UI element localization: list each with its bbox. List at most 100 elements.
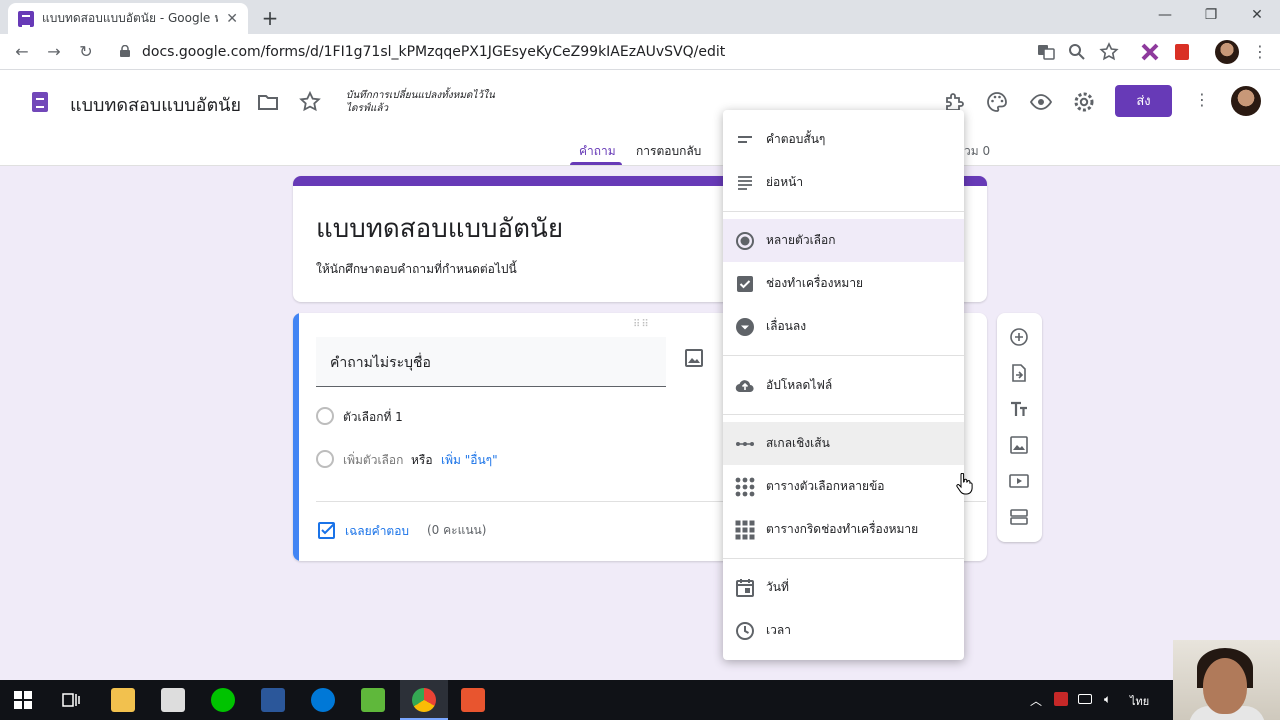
windows-start-icon[interactable] bbox=[14, 691, 32, 709]
close-tab-icon[interactable]: ✕ bbox=[226, 11, 238, 27]
calendar-icon bbox=[736, 578, 754, 597]
restore-icon[interactable]: ❐ bbox=[1188, 0, 1234, 30]
add-section-icon[interactable] bbox=[1009, 507, 1029, 527]
add-option-link[interactable]: เพิ่มตัวเลือก bbox=[343, 451, 403, 470]
menu-divider bbox=[723, 414, 964, 415]
security-shield-icon[interactable] bbox=[1054, 692, 1068, 706]
menu-item-label: ช่องทำเครื่องหมาย bbox=[766, 276, 864, 290]
forms-favicon-icon bbox=[18, 10, 34, 27]
menu-item-checkboxes[interactable]: ช่องทำเครื่องหมาย bbox=[723, 262, 964, 305]
task-view-icon[interactable] bbox=[62, 691, 80, 709]
palette-icon[interactable] bbox=[985, 90, 1009, 114]
paragraph-icon bbox=[738, 175, 752, 190]
menu-item-checkbox-grid[interactable]: ตารางกริดช่องทำเครื่องหมาย bbox=[723, 508, 964, 551]
menu-item-label: อัปโหลดไฟล์ bbox=[766, 378, 833, 392]
menu-item-label: หลายตัวเลือก bbox=[766, 233, 836, 247]
menu-item-label: วันที่ bbox=[766, 580, 789, 594]
question-type-menu: คำตอบสั้นๆ ย่อหน้า หลายตัวเลือก ช่องทำเค… bbox=[723, 110, 964, 660]
dropdown-icon bbox=[736, 317, 754, 336]
menu-item-label: คำตอบสั้นๆ bbox=[766, 132, 826, 146]
volume-icon[interactable]: 🔈︎ bbox=[1104, 692, 1111, 707]
forms-logo-icon[interactable] bbox=[32, 92, 48, 112]
file-explorer-icon[interactable] bbox=[111, 688, 135, 712]
windows-taskbar: ︿ 🔈︎ ไทย bbox=[0, 680, 1280, 720]
saved-status-note: บันทึกการเปลี่ยนแปลงทั้งหมดไว้ในไดรฟ์แล้… bbox=[346, 90, 495, 114]
menu-item-linear-scale[interactable]: สเกลเชิงเส้น bbox=[723, 422, 964, 465]
browser-tabstrip: แบบทดสอบแบบอัตนัย - Google ฟอร์ม ✕ + — ❐… bbox=[0, 0, 1280, 34]
edge-icon[interactable] bbox=[311, 688, 335, 712]
linear-scale-icon bbox=[736, 441, 754, 446]
new-tab-icon[interactable]: + bbox=[258, 6, 282, 30]
tab-questions[interactable]: คำถาม bbox=[579, 142, 616, 161]
translate-icon[interactable] bbox=[1036, 42, 1056, 62]
add-question-icon[interactable] bbox=[1009, 327, 1029, 347]
account-avatar[interactable] bbox=[1231, 86, 1261, 116]
star-icon[interactable] bbox=[298, 90, 322, 114]
menu-item-short-answer[interactable]: คำตอบสั้นๆ bbox=[723, 118, 964, 161]
import-questions-icon[interactable] bbox=[1009, 363, 1029, 383]
menu-divider bbox=[723, 558, 964, 559]
settings-gear-icon[interactable] bbox=[1072, 90, 1096, 114]
minimize-icon[interactable]: — bbox=[1142, 0, 1188, 30]
browser-tab[interactable]: แบบทดสอบแบบอัตนัย - Google ฟอร์ม ✕ bbox=[8, 3, 248, 34]
extension-red-icon[interactable] bbox=[1172, 42, 1192, 62]
checkbox-icon bbox=[737, 275, 753, 292]
profile-avatar[interactable] bbox=[1215, 40, 1239, 64]
total-points: วม 0 bbox=[964, 144, 991, 158]
floating-side-toolbar bbox=[997, 313, 1042, 542]
more-options-icon[interactable]: ⋮ bbox=[1190, 88, 1214, 112]
chrome-icon[interactable] bbox=[412, 688, 436, 712]
address-bar[interactable]: docs.google.com/forms/d/1FI1g71sl_kPMzqq… bbox=[142, 44, 725, 60]
menu-item-date[interactable]: วันที่ bbox=[723, 566, 964, 609]
drag-handle-icon[interactable]: ⠿⠿ bbox=[633, 319, 650, 330]
show-hidden-icons-icon[interactable]: ︿ bbox=[1030, 692, 1042, 709]
tab-title: แบบทดสอบแบบอัตนัย - Google ฟอร์ม bbox=[42, 11, 218, 25]
reload-icon[interactable]: ↻ bbox=[74, 40, 98, 64]
line-app-icon[interactable] bbox=[211, 688, 235, 712]
tab-responses[interactable]: การตอบกลับ bbox=[636, 142, 701, 161]
back-icon[interactable]: ← bbox=[10, 40, 34, 64]
form-description[interactable]: ให้นักศึกษาตอบคำถามที่กำหนดต่อไปนี้ bbox=[316, 260, 517, 279]
add-other-link[interactable]: เพิ่ม "อื่นๆ" bbox=[441, 451, 498, 470]
add-title-icon[interactable] bbox=[1009, 399, 1029, 419]
answer-key-icon[interactable] bbox=[318, 521, 336, 539]
menu-item-file-upload[interactable]: อัปโหลดไฟล์ bbox=[723, 364, 964, 407]
points-label: (0 คะแนน) bbox=[427, 523, 487, 537]
answer-key-button[interactable]: เฉลยคำตอบ bbox=[345, 522, 409, 541]
send-button[interactable]: ส่ง bbox=[1115, 85, 1172, 117]
bookmark-star-icon[interactable] bbox=[1099, 42, 1119, 62]
forms-header: แบบทดสอบแบบอัตนัย บันทึกการเปลี่ยนแปลงทั… bbox=[0, 70, 1280, 166]
folder-icon[interactable] bbox=[256, 90, 280, 114]
add-image-tool-icon[interactable] bbox=[1009, 435, 1029, 455]
forward-icon[interactable]: → bbox=[42, 40, 66, 64]
form-title[interactable]: แบบทดสอบแบบอัตนัย bbox=[316, 208, 563, 249]
menu-item-multiple-choice-grid[interactable]: ตารางตัวเลือกหลายข้อ bbox=[723, 465, 964, 508]
extension-x-icon[interactable] bbox=[1140, 42, 1160, 62]
grid-icon bbox=[735, 477, 755, 496]
question-title-input[interactable]: คำถามไม่ระบุชื่อ bbox=[316, 337, 666, 387]
add-image-icon[interactable] bbox=[685, 349, 703, 367]
menu-item-dropdown[interactable]: เลื่อนลง bbox=[723, 305, 964, 348]
menu-item-paragraph[interactable]: ย่อหน้า bbox=[723, 161, 964, 204]
radio-icon bbox=[736, 231, 754, 250]
camtasia-recorder-icon[interactable] bbox=[461, 688, 485, 712]
option-1-text[interactable]: ตัวเลือกที่ 1 bbox=[343, 408, 403, 427]
browser-menu-icon[interactable]: ⋮ bbox=[1248, 40, 1272, 64]
battery-icon[interactable] bbox=[1078, 694, 1092, 704]
add-video-icon[interactable] bbox=[1009, 471, 1029, 491]
menu-item-multiple-choice[interactable]: หลายตัวเลือก bbox=[723, 219, 964, 262]
preview-eye-icon[interactable] bbox=[1029, 90, 1053, 114]
input-language[interactable]: ไทย bbox=[1130, 692, 1149, 710]
window-close-icon[interactable]: ✕ bbox=[1234, 0, 1280, 30]
camtasia-icon[interactable] bbox=[361, 688, 385, 712]
menu-item-label: สเกลเชิงเส้น bbox=[766, 436, 830, 450]
document-title[interactable]: แบบทดสอบแบบอัตนัย bbox=[70, 90, 241, 119]
lock-icon[interactable] bbox=[120, 45, 130, 57]
checkbox-grid-icon bbox=[735, 520, 755, 539]
cloud-upload-icon bbox=[735, 379, 754, 392]
active-tab-indicator bbox=[570, 162, 622, 165]
word-icon[interactable] bbox=[261, 688, 285, 712]
menu-item-time[interactable]: เวลา bbox=[723, 609, 964, 652]
zoom-icon[interactable] bbox=[1067, 42, 1087, 62]
store-icon[interactable] bbox=[161, 688, 185, 712]
